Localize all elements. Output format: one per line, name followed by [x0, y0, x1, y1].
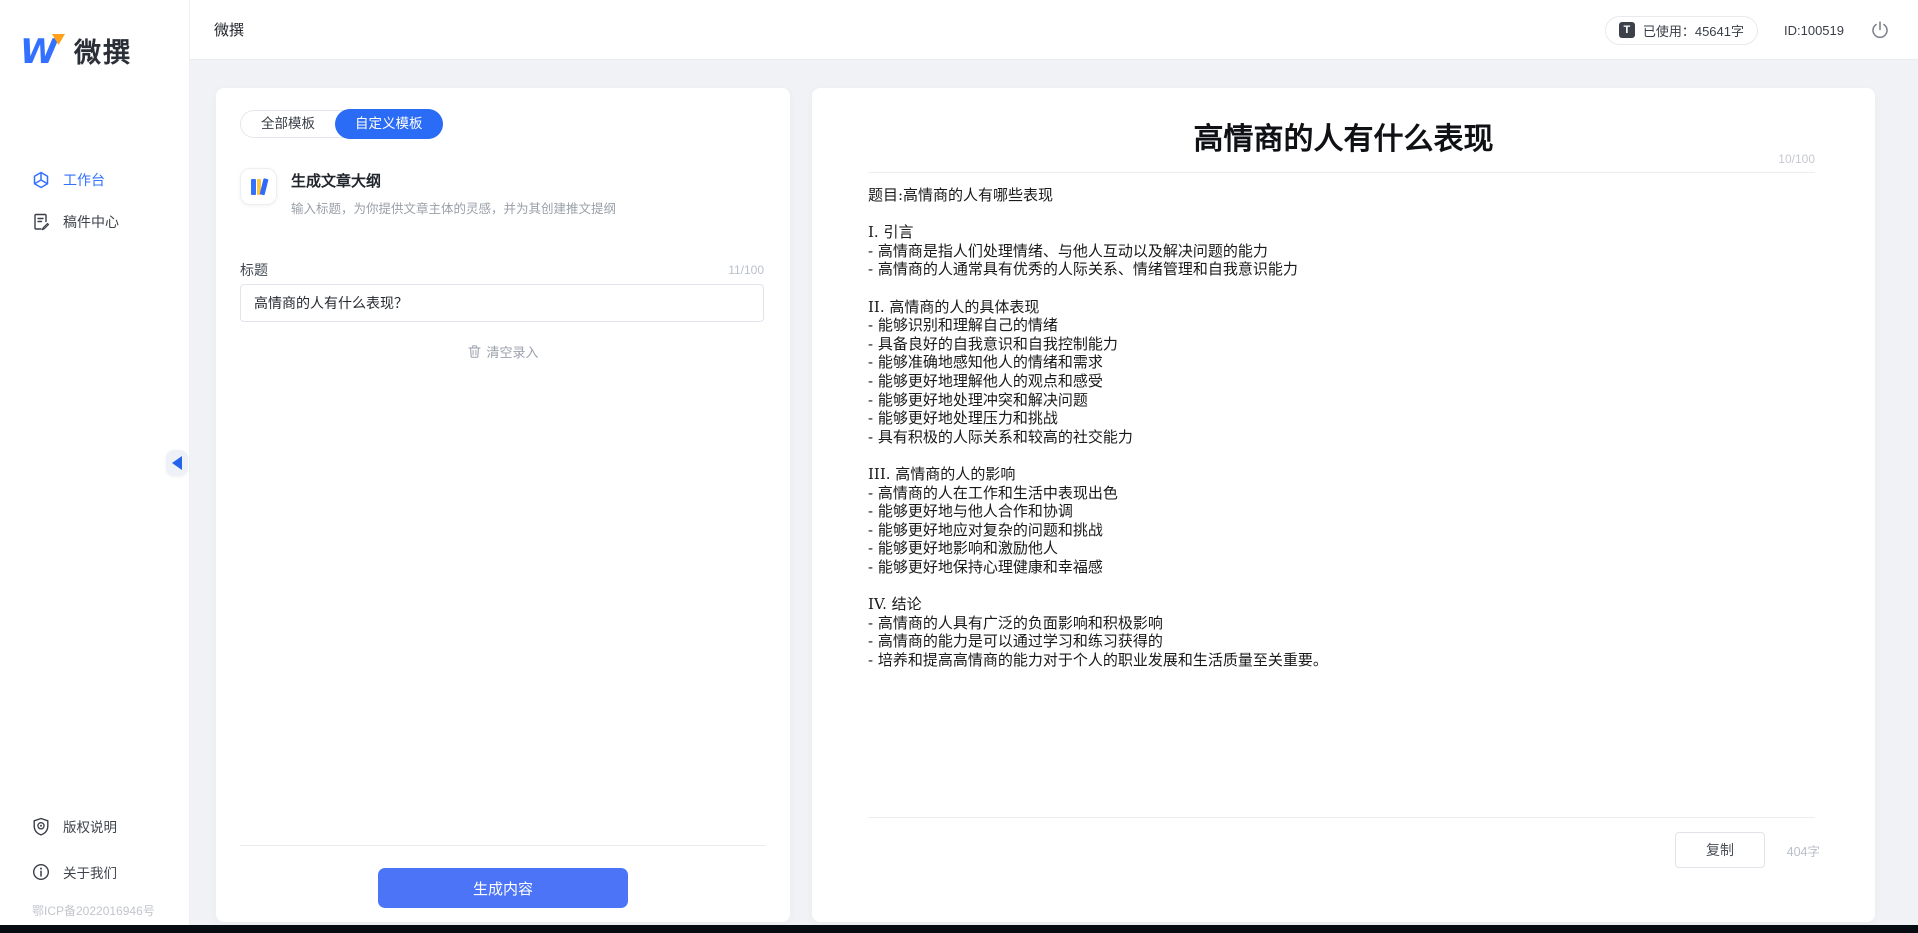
copy-button[interactable]: 复制 — [1675, 832, 1765, 868]
word-count: 404字 — [1787, 841, 1820, 860]
title-char-counter: 11/100 — [728, 263, 764, 277]
icp-record-number: 鄂ICP备2022016946号 — [0, 902, 189, 919]
trash-icon — [467, 344, 482, 359]
divider — [240, 845, 766, 846]
sidebar-item-label: 稿件中心 — [63, 212, 119, 232]
outline-template-icon — [240, 168, 277, 205]
template-texts: 生成文章大纲 输入标题，为你提供文章主体的灵感，并为其创建推文提纲 — [291, 168, 616, 217]
result-panel: 高情商的人有什么表现 10/100 题目:高情商的人有哪些表现 I. 引言 - … — [812, 88, 1875, 922]
logo-w-icon: W — [22, 30, 66, 70]
chevron-left-icon — [172, 456, 182, 470]
tab-custom-templates[interactable]: 自定义模板 — [335, 109, 443, 139]
title-field-label: 标题 — [240, 260, 268, 280]
clear-input-label: 清空录入 — [486, 342, 538, 361]
sidebar-nav: 工作台 稿件中心 — [0, 164, 189, 238]
sidebar-item-label: 工作台 — [63, 170, 105, 190]
article-title-counter: 10/100 — [1778, 152, 1815, 166]
shield-copyright-icon — [32, 817, 50, 836]
topbar-right-group: T 已使用：45641字 ID:100519 — [1605, 0, 1890, 60]
logo-text: 微撰 — [74, 31, 132, 70]
template-title: 生成文章大纲 — [291, 170, 616, 191]
app-logo: W 微撰 — [22, 30, 132, 70]
divider — [868, 172, 1815, 173]
bottom-window-edge — [0, 925, 1918, 933]
info-icon — [32, 863, 50, 881]
topbar: 微撰 T 已使用：45641字 ID:100519 — [190, 0, 1918, 60]
usage-counter-pill[interactable]: T 已使用：45641字 — [1605, 16, 1758, 45]
document-icon — [32, 213, 50, 231]
page-title: 微撰 — [214, 19, 244, 40]
sidebar-item-about[interactable]: 关于我们 — [0, 856, 189, 888]
title-input[interactable] — [240, 284, 764, 322]
sidebar-item-drafts[interactable]: 稿件中心 — [0, 206, 189, 238]
generate-content-button[interactable]: 生成内容 — [378, 868, 628, 908]
power-logout-icon[interactable] — [1870, 20, 1890, 40]
sidebar-footer: 版权说明 关于我们 鄂ICP备2022016946号 — [0, 810, 189, 919]
sidebar: W 微撰 工作台 稿件中心 — [0, 0, 190, 925]
title-field-header: 标题 11/100 — [240, 260, 764, 280]
article-title: 高情商的人有什么表现 — [812, 114, 1875, 158]
divider — [868, 817, 1815, 818]
tab-all-templates[interactable]: 全部模板 — [241, 110, 335, 138]
user-id: ID:100519 — [1784, 23, 1844, 38]
template-description: 输入标题，为你提供文章主体的灵感，并为其创建推文提纲 — [291, 198, 616, 217]
template-panel: 全部模板 自定义模板 生成文章大纲 输入标题，为你提供文章主体的灵感，并为其创建… — [216, 88, 790, 922]
svg-text:W: W — [22, 32, 59, 70]
sidebar-item-label: 关于我们 — [63, 862, 117, 882]
usage-label: 已使用：45641字 — [1643, 21, 1744, 40]
template-info: 生成文章大纲 输入标题，为你提供文章主体的灵感，并为其创建推文提纲 — [240, 168, 766, 217]
sidebar-item-label: 版权说明 — [63, 816, 117, 836]
template-tabs: 全部模板 自定义模板 — [240, 110, 443, 138]
article-outline-text[interactable]: 题目:高情商的人有哪些表现 I. 引言 - 高情商是指人们处理情绪、与他人互动以… — [868, 186, 1815, 669]
word-usage-icon: T — [1619, 22, 1635, 38]
workbench-icon — [32, 171, 50, 189]
sidebar-collapse-button[interactable] — [166, 450, 188, 476]
workspace: 全部模板 自定义模板 生成文章大纲 输入标题，为你提供文章主体的灵感，并为其创建… — [190, 60, 1918, 925]
sidebar-item-workbench[interactable]: 工作台 — [0, 164, 189, 196]
clear-input-button[interactable]: 清空录入 — [216, 342, 790, 361]
sidebar-item-copyright[interactable]: 版权说明 — [0, 810, 189, 842]
